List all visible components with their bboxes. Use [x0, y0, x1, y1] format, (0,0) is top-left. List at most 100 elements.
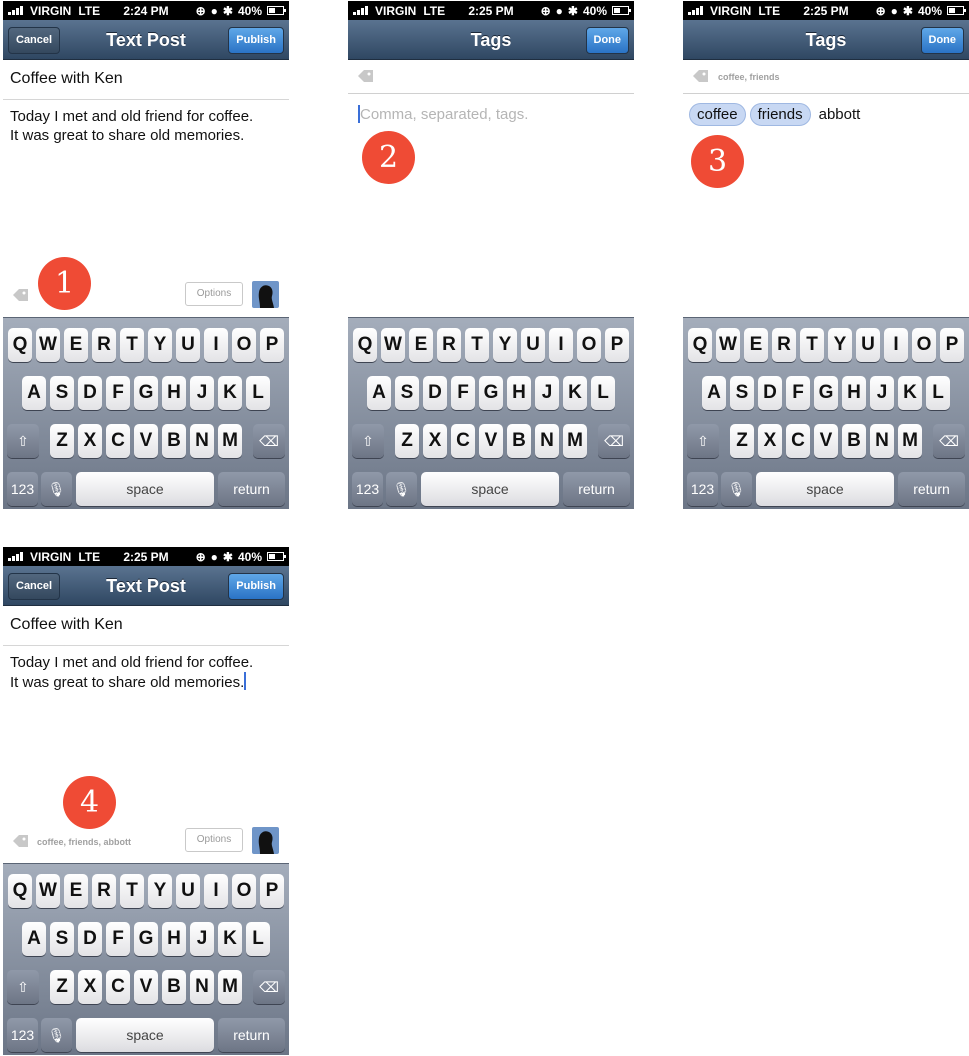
key-e[interactable]: E — [64, 328, 88, 362]
key-b[interactable]: B — [507, 424, 531, 458]
key-s[interactable]: S — [50, 922, 74, 956]
key-g[interactable]: G — [814, 376, 838, 410]
options-button[interactable]: Options — [185, 282, 243, 306]
key-n[interactable]: N — [870, 424, 894, 458]
key-o[interactable]: O — [577, 328, 601, 362]
key-f[interactable]: F — [106, 376, 130, 410]
key-s[interactable]: S — [395, 376, 419, 410]
key-w[interactable]: W — [36, 328, 60, 362]
key-p[interactable]: P — [260, 874, 284, 908]
key-t[interactable]: T — [465, 328, 489, 362]
key-z[interactable]: Z — [50, 424, 74, 458]
key-m[interactable]: M — [898, 424, 922, 458]
key-n[interactable]: N — [190, 424, 214, 458]
key-t[interactable]: T — [120, 874, 144, 908]
publish-button[interactable]: Publish — [228, 573, 284, 600]
key-b[interactable]: B — [842, 424, 866, 458]
key-j[interactable]: J — [190, 376, 214, 410]
key-y[interactable]: Y — [148, 874, 172, 908]
key-y[interactable]: Y — [148, 328, 172, 362]
key-k[interactable]: K — [218, 376, 242, 410]
key-p[interactable]: P — [940, 328, 964, 362]
key-i[interactable]: I — [204, 874, 228, 908]
key-d[interactable]: D — [78, 376, 102, 410]
body-field[interactable]: Today I met and old friend for coffee. I… — [3, 653, 289, 692]
key-r[interactable]: R — [92, 328, 116, 362]
tags-input[interactable]: Comma, separated, tags. — [358, 105, 528, 123]
key-a[interactable]: A — [702, 376, 726, 410]
key-i[interactable]: I — [204, 328, 228, 362]
delete-key[interactable]: ⌫ — [253, 970, 285, 1004]
mic-key[interactable]: 🎙 — [41, 472, 72, 506]
key-p[interactable]: P — [260, 328, 284, 362]
key-f[interactable]: F — [786, 376, 810, 410]
key-m[interactable]: M — [563, 424, 587, 458]
key-r[interactable]: R — [437, 328, 461, 362]
key-d[interactable]: D — [423, 376, 447, 410]
key-i[interactable]: I — [884, 328, 908, 362]
key-q[interactable]: Q — [8, 874, 32, 908]
key-h[interactable]: H — [842, 376, 866, 410]
key-o[interactable]: O — [232, 328, 256, 362]
key-t[interactable]: T — [800, 328, 824, 362]
key-h[interactable]: H — [162, 922, 186, 956]
mic-key[interactable]: 🎙 — [41, 1018, 72, 1052]
publish-button[interactable]: Publish — [228, 27, 284, 54]
key-l[interactable]: L — [246, 922, 270, 956]
return-key[interactable]: return — [218, 472, 285, 506]
key-b[interactable]: B — [162, 970, 186, 1004]
avatar[interactable] — [252, 281, 279, 308]
mic-key[interactable]: 🎙 — [721, 472, 752, 506]
done-button[interactable]: Done — [920, 27, 964, 54]
key-v[interactable]: V — [814, 424, 838, 458]
key-h[interactable]: H — [162, 376, 186, 410]
key-x[interactable]: X — [423, 424, 447, 458]
key-p[interactable]: P — [605, 328, 629, 362]
key-u[interactable]: U — [856, 328, 880, 362]
tag-chip-friends[interactable]: friends — [749, 103, 811, 126]
key-a[interactable]: A — [22, 922, 46, 956]
key-v[interactable]: V — [134, 424, 158, 458]
key-c[interactable]: C — [106, 424, 130, 458]
key-c[interactable]: C — [786, 424, 810, 458]
shift-key[interactable]: ⇧ — [687, 424, 719, 458]
return-key[interactable]: return — [218, 1018, 285, 1052]
key-y[interactable]: Y — [493, 328, 517, 362]
key-s[interactable]: S — [50, 376, 74, 410]
done-button[interactable]: Done — [585, 27, 629, 54]
key-e[interactable]: E — [409, 328, 433, 362]
key-u[interactable]: U — [176, 874, 200, 908]
key-s[interactable]: S — [730, 376, 754, 410]
shift-key[interactable]: ⇧ — [7, 424, 39, 458]
key-j[interactable]: J — [190, 922, 214, 956]
space-key[interactable]: space — [76, 472, 214, 506]
key-y[interactable]: Y — [828, 328, 852, 362]
key-z[interactable]: Z — [730, 424, 754, 458]
key-j[interactable]: J — [870, 376, 894, 410]
key-w[interactable]: W — [716, 328, 740, 362]
key-n[interactable]: N — [535, 424, 559, 458]
key-c[interactable]: C — [106, 970, 130, 1004]
key-f[interactable]: F — [451, 376, 475, 410]
key-e[interactable]: E — [64, 874, 88, 908]
space-key[interactable]: space — [421, 472, 559, 506]
return-key[interactable]: return — [563, 472, 630, 506]
key-a[interactable]: A — [22, 376, 46, 410]
mic-key[interactable]: 🎙 — [386, 472, 417, 506]
key-k[interactable]: K — [218, 922, 242, 956]
key-x[interactable]: X — [78, 970, 102, 1004]
key-g[interactable]: G — [479, 376, 503, 410]
key-n[interactable]: N — [190, 970, 214, 1004]
key-e[interactable]: E — [744, 328, 768, 362]
tag-chip-coffee[interactable]: coffee — [689, 103, 746, 126]
key-l[interactable]: L — [926, 376, 950, 410]
key-l[interactable]: L — [591, 376, 615, 410]
key-b[interactable]: B — [162, 424, 186, 458]
numbers-key[interactable]: 123 — [352, 472, 383, 506]
key-h[interactable]: H — [507, 376, 531, 410]
key-w[interactable]: W — [381, 328, 405, 362]
key-x[interactable]: X — [78, 424, 102, 458]
key-r[interactable]: R — [92, 874, 116, 908]
key-g[interactable]: G — [134, 922, 158, 956]
key-m[interactable]: M — [218, 970, 242, 1004]
